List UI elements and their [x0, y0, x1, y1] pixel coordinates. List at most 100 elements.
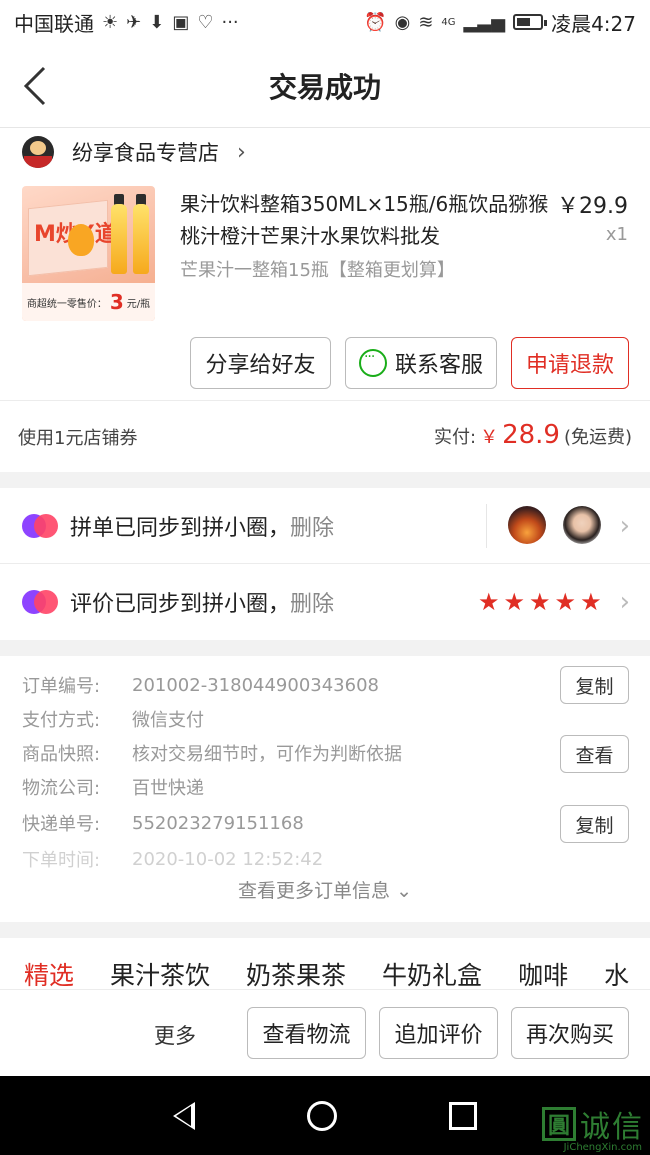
category-tab[interactable]: 奶茶果茶 [246, 956, 346, 989]
tracking-number-row: 快递单号: 552023279151168 [22, 808, 304, 838]
order-info-card: 订单编号: 201002-318044900343608 复制 支付方式: 微信… [0, 656, 650, 922]
system-recents-icon[interactable] [449, 1101, 477, 1130]
vertical-divider [486, 504, 487, 548]
courier-value: 百世快递 [132, 778, 204, 799]
buy-again-button[interactable]: 再次购买 [511, 1007, 629, 1059]
paid-currency: ￥ [480, 427, 499, 448]
watermark-text: 诚信 [580, 1110, 644, 1145]
product-spec: 芒果汁一整箱15瓶【整箱更划算】 [180, 260, 455, 281]
calendar-icon: ▣ [172, 11, 190, 33]
store-avatar [22, 136, 54, 168]
store-name: 纷享食品专营店 [72, 141, 219, 165]
product-image[interactable]: M炒X道 商超统一零售价： 3 元/瓶 [22, 186, 155, 321]
tracking-number-value: 552023279151168 [132, 812, 304, 834]
group-sync-row[interactable]: 拼单已同步到拼小圈，删除 › [0, 488, 650, 564]
review-sync-text: 评价已同步到拼小圈，删除 [70, 586, 334, 618]
star-icon: ★ [580, 588, 602, 616]
clock: 凌晨4:27 [551, 11, 636, 36]
tracking-number-label: 快递单号: [22, 814, 101, 835]
review-delete-link[interactable]: 删除 [290, 592, 334, 617]
download-icon: ⬇ [149, 11, 165, 33]
category-tab[interactable]: 水 [604, 956, 629, 989]
chevron-right-icon: › [619, 587, 630, 617]
product-title[interactable]: 果汁饮料整箱350ML×15瓶/6瓶饮品猕猴桃汁橙汁芒果汁水果饮料批发 [180, 188, 550, 252]
watermark-logo: 圓 [542, 1107, 576, 1141]
page-title: 交易成功 [268, 70, 381, 104]
system-home-icon[interactable] [307, 1100, 337, 1131]
back-button[interactable] [20, 64, 60, 108]
system-back-icon[interactable] [173, 1101, 195, 1130]
chevron-right-icon: › [619, 510, 630, 541]
courier-row: 物流公司: 百世快递 [22, 772, 204, 802]
avatar [508, 506, 546, 544]
alarm-icon: ⏰ [364, 11, 387, 33]
bottle-graphic [111, 204, 127, 274]
sun-icon: ☀ [102, 11, 119, 33]
chevron-down-icon: ⌄ [396, 880, 412, 902]
order-time-row: 下单时间: 2020-10-02 12:52:42 [22, 844, 323, 874]
review-sync-row[interactable]: 评价已同步到拼小圈，删除 ★ ★ ★ ★ ★ › [0, 564, 650, 640]
payment-method-row: 支付方式: 微信支付 [22, 704, 204, 734]
eye-icon: ◉ [394, 11, 411, 33]
paid-note: (免运费) [563, 427, 632, 448]
payment-method-value: 微信支付 [132, 710, 204, 731]
airplane-off-icon: ✈ [126, 11, 142, 33]
more-order-info-label: 查看更多订单信息 [238, 880, 391, 902]
back-arrow-icon [23, 66, 46, 106]
battery-fill [517, 18, 531, 26]
category-tab[interactable]: 咖啡 [518, 956, 568, 989]
avatar [563, 506, 601, 544]
mango-graphic [68, 224, 94, 256]
chat-icon [358, 349, 387, 377]
add-review-button[interactable]: 追加评价 [379, 1007, 498, 1059]
status-bar: 中国联通 ☀ ✈ ⬇ ▣ ♡ ··· ⏰ ◉ ≋ 4G ▂▃▅ 凌晨4:27 [0, 0, 650, 44]
coupon-text: 使用1元店铺券 [18, 428, 138, 449]
action-bar: 更多 查看物流 追加评价 再次购买 [0, 990, 650, 1076]
divider [0, 400, 650, 401]
carrier-label: 中国联通 [14, 11, 94, 36]
product-price: ￥29.9 [557, 194, 628, 219]
category-tab[interactable]: 果汁茶饮 [110, 956, 210, 989]
order-card: 纷享食品专营店 › M炒X道 商超统一零售价： 3 元/瓶 果汁饮料整箱350M… [0, 128, 650, 472]
copy-order-number-button[interactable]: 复制 [560, 666, 629, 704]
view-logistics-button[interactable]: 查看物流 [247, 1007, 366, 1059]
paid-amount: 28.9 [502, 420, 560, 450]
watermark-subtext: JiChengXin.com [563, 1142, 642, 1153]
category-tabs: 精选 果汁茶饮 奶茶果茶 牛奶礼盒 咖啡 水 [0, 938, 650, 990]
share-button[interactable]: 分享给好友 [190, 337, 331, 389]
group-delete-link[interactable]: 删除 [290, 516, 334, 541]
star-icon: ★ [554, 588, 577, 616]
paid-summary: 实付: ￥ 28.9 (免运费) [434, 420, 632, 450]
order-number-value: 201002-318044900343608 [132, 674, 379, 696]
signal-icon: ▂▃▅ [463, 11, 506, 33]
store-link[interactable]: 纷享食品专营店 › [22, 134, 246, 170]
star-icon: ★ [478, 588, 500, 616]
share-button-label: 分享给好友 [205, 353, 316, 378]
snapshot-row: 商品快照: 核对交易细节时，可作为判断依据 [22, 738, 402, 768]
star-icon: ★ [529, 588, 551, 616]
category-tab[interactable]: 牛奶礼盒 [382, 956, 482, 989]
review-sync-label: 评价已同步到拼小圈， [70, 592, 291, 617]
more-notifications-icon: ··· [221, 11, 239, 33]
strip-suffix: 元/瓶 [126, 298, 151, 310]
paid-label: 实付: [433, 427, 477, 448]
social-sync-card: 拼单已同步到拼小圈，删除 › 评价已同步到拼小圈，删除 ★ ★ ★ ★ ★ › [0, 488, 650, 640]
category-tab[interactable]: 精选 [24, 956, 74, 989]
order-time-label: 下单时间: [22, 850, 101, 871]
more-button[interactable]: 更多 [154, 1020, 196, 1050]
more-order-info-link[interactable]: 查看更多订单信息 ⌄ [0, 876, 650, 903]
order-number-label: 订单编号: [22, 676, 101, 697]
payment-method-label: 支付方式: [22, 710, 101, 731]
contact-service-button[interactable]: 联系客服 [345, 337, 497, 389]
bottle-graphic [133, 204, 149, 274]
courier-label: 物流公司: [22, 778, 101, 799]
view-snapshot-button[interactable]: 查看 [560, 735, 629, 773]
refund-button-label: 申请退款 [525, 353, 614, 378]
copy-tracking-button[interactable]: 复制 [560, 805, 629, 843]
strip-prefix: 商超统一零售价： [26, 298, 107, 310]
order-number-row: 订单编号: 201002-318044900343608 [22, 670, 379, 700]
battery-icon [513, 14, 548, 30]
category-list: 精选 果汁茶饮 奶茶果茶 牛奶礼盒 咖啡 水 [24, 956, 629, 989]
refund-button[interactable]: 申请退款 [511, 337, 629, 389]
strip-value: 3 [109, 290, 124, 314]
